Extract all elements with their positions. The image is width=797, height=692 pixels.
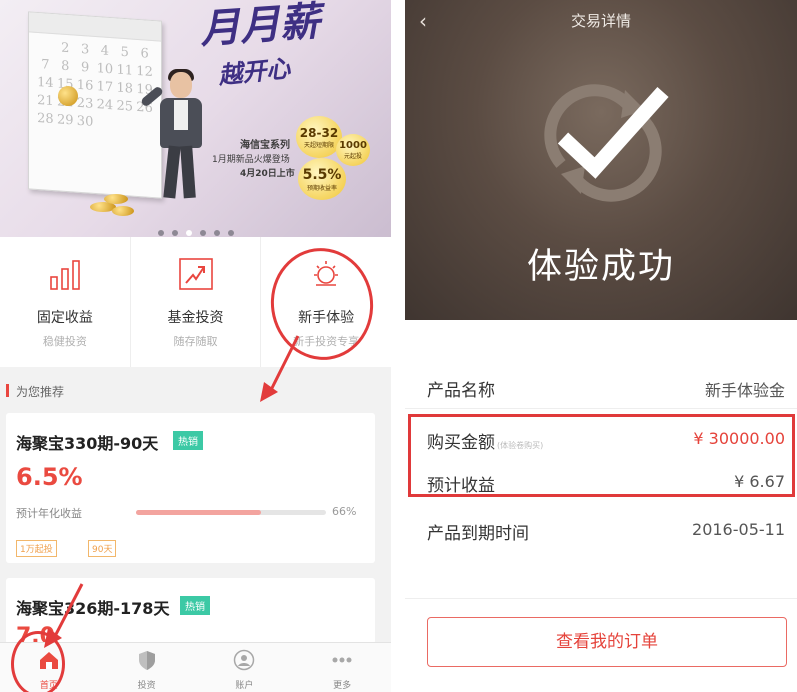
carousel-dot[interactable] [171,230,178,236]
calendar-day: 28 [37,110,54,128]
category-fund-invest[interactable]: 基金投资 随存随取 [131,237,262,367]
calendar-day: 25 [116,98,134,115]
calendar-day: 9 [80,60,90,76]
badge-min-invest: 1000 元起投 [336,134,370,166]
tab-invest[interactable]: 投资 [98,643,196,692]
calendar-day: 16 [76,77,94,94]
banner-title: 月月薪 [198,0,322,53]
carousel-dot[interactable] [157,230,164,236]
detail-label: 产品到期时间 [427,524,529,544]
category-subtitle: 随存随取 [173,335,218,348]
detail-row-expiry: 产品到期时间 2016-05-11 [405,505,797,555]
calendar-day [97,115,114,131]
calendar-day: 17 [96,79,114,96]
tab-account[interactable]: 账户 [196,643,294,692]
calendar-day: 7 [41,57,50,73]
launch-line-text: 1月期新品火爆登场 [212,155,290,165]
carousel-dot[interactable] [227,230,234,236]
trend-up-icon [178,258,213,290]
hot-tag: 热销 [173,431,203,450]
recommend-header: 为您推荐 [0,370,391,410]
product-chip: 90天 [88,540,117,557]
category-subtitle: 稳健投资 [42,335,87,348]
product-name: 海聚宝330期-90天 [16,434,159,453]
hot-tag: 热销 [180,596,210,615]
bar-chart-icon [50,260,80,290]
user-icon [234,649,255,671]
calendar-day: 14 [37,74,54,92]
detail-label: 产品名称 [427,381,495,401]
carousel-dot[interactable] [199,230,206,236]
spokesperson-figure [139,69,210,200]
shield-icon [138,651,155,670]
category-title: 固定收益 [36,310,93,326]
tab-label: 投资 [137,681,156,691]
calendar-day: 18 [116,80,134,97]
detail-row-product: 产品名称 新手体验金 [405,362,797,412]
product-card[interactable]: 海聚宝330期-90天 热销 6.5% 预计年化收益 66% 1万起投 90天 [6,413,375,563]
product-chip: 1万起投 [16,540,57,557]
status-text: 体验成功 [526,247,675,287]
progress-bar [136,510,326,515]
banner-subtitle: 越开心 [216,53,292,90]
calendar-day: 24 [96,97,114,114]
badge-term: 28-32 天超短期限 [296,116,342,158]
coin-icon [58,86,78,106]
divider [405,408,797,409]
calendar-day: 6 [140,46,149,62]
rate-label: 预计年化收益 [16,507,82,520]
badge-yield: 5.5% 预期收益率 [298,158,346,200]
calendar-day: 23 [76,95,94,112]
coin-icon [112,206,134,216]
category-title: 基金投资 [167,310,224,326]
tab-label: 账户 [235,681,254,691]
right-phone-screen: ‹ 交易详情 体验成功 产品名称 新手体验金 购买金额 (体验卷购买) ¥ 300… [405,0,797,692]
view-orders-button[interactable]: 查看我的订单 [427,617,787,667]
coin-icon [104,194,128,204]
calendar-day [116,116,133,132]
carousel-dot[interactable] [185,230,192,236]
promo-banner[interactable]: 2345678910111214151617181921222324252628… [0,0,391,237]
check-refresh-icon [544,84,669,202]
recommend-title: 为您推荐 [16,385,65,399]
calendar-day [37,39,54,55]
tab-more[interactable]: 更多 [293,643,391,692]
calendar-day: 4 [100,43,110,59]
nav-title: 交易详情 [570,12,631,30]
calendar-day: 30 [76,113,94,130]
calendar-day: 29 [56,112,74,129]
calendar-day: 21 [37,92,54,110]
annotation-arrow [260,335,300,402]
launch-date-text: 4月20日上市 [240,169,295,179]
progress-percent: 66% [332,505,357,518]
detail-value: 新手体验金 [704,381,785,400]
annotation-box [408,414,795,497]
divider [405,598,797,599]
carousel-dot[interactable] [213,230,220,236]
more-dots-icon [332,657,352,663]
product-series-text: 海信宝系列 [240,140,290,151]
tab-label: 更多 [333,681,352,691]
calendar-day: 10 [96,61,114,78]
calendar-day: 2 [61,40,70,57]
calendar-day: 5 [120,44,129,61]
calendar-day: 3 [80,42,90,58]
success-hero: ‹ 交易详情 体验成功 [405,0,797,320]
carousel-dots[interactable] [0,221,391,237]
left-phone-screen: 2345678910111214151617181921222324252628… [0,0,391,692]
category-fixed-income[interactable]: 固定收益 稳健投资 [0,237,131,367]
annotation-arrow [44,583,84,648]
product-rate: 6.5% [16,463,83,491]
detail-value: 2016-05-11 [692,520,785,539]
calendar-graphic: 2345678910111214151617181921222324252628… [28,11,162,199]
calendar-day: 11 [116,62,134,79]
calendar-day: 8 [61,58,70,75]
